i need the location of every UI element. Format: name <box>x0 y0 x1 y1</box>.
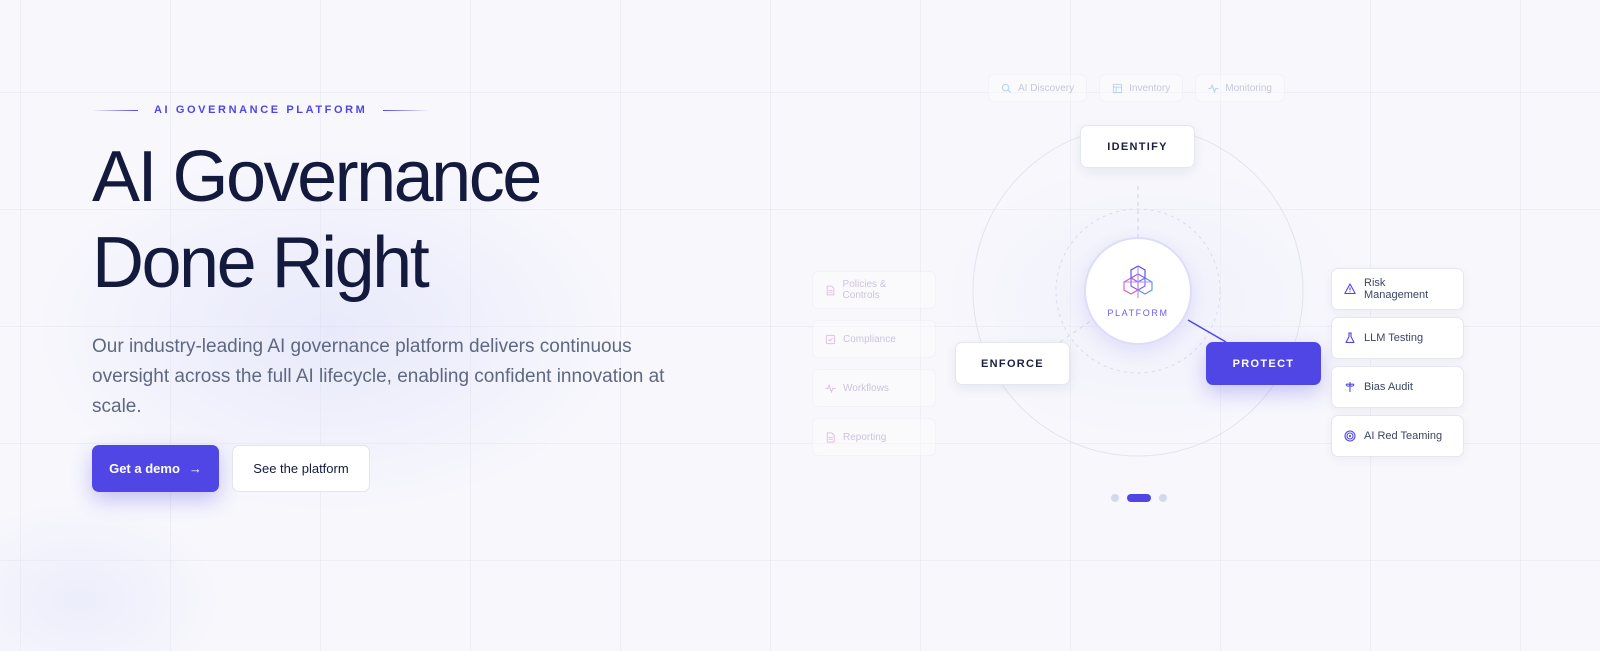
identify-node[interactable]: IDENTIFY <box>1080 125 1195 168</box>
platform-diagram: AI Discovery Inventory Monitoring Polici… <box>0 0 1600 651</box>
connector-protect <box>1187 319 1227 343</box>
capability-bias-audit[interactable]: Bias Audit <box>1331 366 1464 408</box>
document-icon <box>826 431 835 443</box>
tab-ai-discovery[interactable]: AI Discovery <box>988 74 1088 102</box>
platform-hub[interactable]: PLATFORM <box>1084 237 1192 345</box>
flask-icon <box>1345 332 1355 343</box>
check-square-icon <box>825 334 836 344</box>
list-item-workflows[interactable]: Workflows <box>812 369 936 407</box>
tab-inventory[interactable]: Inventory <box>1099 74 1184 102</box>
list-item-reporting[interactable]: Reporting <box>812 418 936 456</box>
tab-label: Inventory <box>1129 82 1171 94</box>
balance-icon <box>1345 382 1355 392</box>
tab-monitoring[interactable]: Monitoring <box>1195 74 1285 102</box>
table-icon <box>1112 83 1123 93</box>
left-feature-list: Policies & Controls Compliance Workflows… <box>812 271 936 467</box>
tab-label: Monitoring <box>1225 82 1272 94</box>
carousel-dot-2[interactable] <box>1127 494 1151 502</box>
capability-label: Risk Management <box>1364 277 1429 301</box>
protect-node[interactable]: PROTECT <box>1206 342 1321 385</box>
capability-risk-management[interactable]: Risk Management <box>1331 268 1464 310</box>
capability-label: LLM Testing <box>1364 332 1424 344</box>
top-tabs: AI Discovery Inventory Monitoring <box>988 74 1285 102</box>
target-icon <box>1344 430 1356 442</box>
capability-ai-red-teaming[interactable]: AI Red Teaming <box>1331 415 1464 457</box>
document-icon <box>826 285 835 295</box>
list-item-label: Compliance <box>843 333 896 345</box>
capability-llm-testing[interactable]: LLM Testing <box>1331 317 1464 359</box>
enforce-node[interactable]: ENFORCE <box>955 342 1070 385</box>
connector-enforce <box>1059 317 1096 343</box>
list-item-label: Workflows <box>843 382 889 394</box>
search-icon <box>1001 83 1012 93</box>
list-item-label: Policies & Controls <box>842 279 887 301</box>
platform-label: PLATFORM <box>1107 308 1169 318</box>
capability-label: AI Red Teaming <box>1364 430 1443 442</box>
list-item-label: Reporting <box>843 431 887 443</box>
capability-label: Bias Audit <box>1364 381 1413 393</box>
pulse-icon <box>825 383 836 393</box>
carousel-dot-1[interactable] <box>1111 494 1119 502</box>
carousel-dot-3[interactable] <box>1159 494 1167 502</box>
list-item-policies[interactable]: Policies & Controls <box>812 271 936 309</box>
platform-logo-icon <box>1123 265 1153 298</box>
capability-list: Risk Management LLM Testing Bias Audit A… <box>1331 268 1464 464</box>
pulse-icon <box>1208 83 1219 93</box>
carousel-dots <box>1111 494 1167 502</box>
list-item-compliance[interactable]: Compliance <box>812 320 936 358</box>
tab-label: AI Discovery <box>1018 82 1075 94</box>
warning-icon <box>1344 283 1356 295</box>
